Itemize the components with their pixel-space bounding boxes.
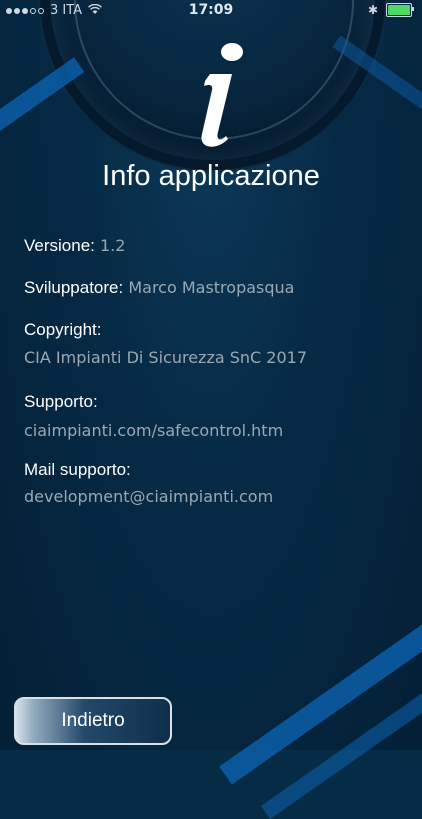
battery-icon (386, 3, 414, 17)
copyright-value: CIA Impianti Di Sicurezza SnC 2017 (24, 348, 307, 367)
copyright-label: Copyright: (24, 320, 102, 339)
mail-label: Mail supporto: (24, 460, 131, 479)
info-icon (180, 40, 250, 150)
support-label-row: Supporto: (24, 392, 98, 412)
support-link[interactable]: ciaimpianti.com/safecontrol.htm (24, 421, 283, 440)
mail-value-row: development@ciaimpianti.com (24, 487, 273, 506)
support-value-row: ciaimpianti.com/safecontrol.htm (24, 421, 283, 440)
status-bar: 3 ITA 17:09 ✱ (0, 0, 422, 20)
version-row: Versione: 1.2 (24, 236, 125, 256)
developer-label: Sviluppatore: (24, 278, 124, 297)
copyright-label-row: Copyright: (24, 320, 101, 340)
mail-label-row: Mail supporto: (24, 460, 131, 480)
copyright-value-row: CIA Impianti Di Sicurezza SnC 2017 (24, 348, 307, 367)
support-label: Supporto: (24, 392, 98, 411)
version-label: Versione: (24, 236, 95, 255)
developer-value: Marco Mastropasqua (128, 278, 295, 297)
status-right: ✱ (367, 3, 414, 17)
developer-row: Sviluppatore: Marco Mastropasqua (24, 278, 294, 298)
page-title: Info applicazione (102, 160, 320, 192)
battery-fill (388, 5, 410, 15)
back-button[interactable]: Indietro (14, 697, 172, 745)
mail-link[interactable]: development@ciaimpianti.com (24, 487, 273, 506)
bluetooth-icon: ✱ (367, 3, 378, 17)
status-time: 17:09 (188, 2, 234, 18)
version-value: 1.2 (99, 236, 126, 255)
